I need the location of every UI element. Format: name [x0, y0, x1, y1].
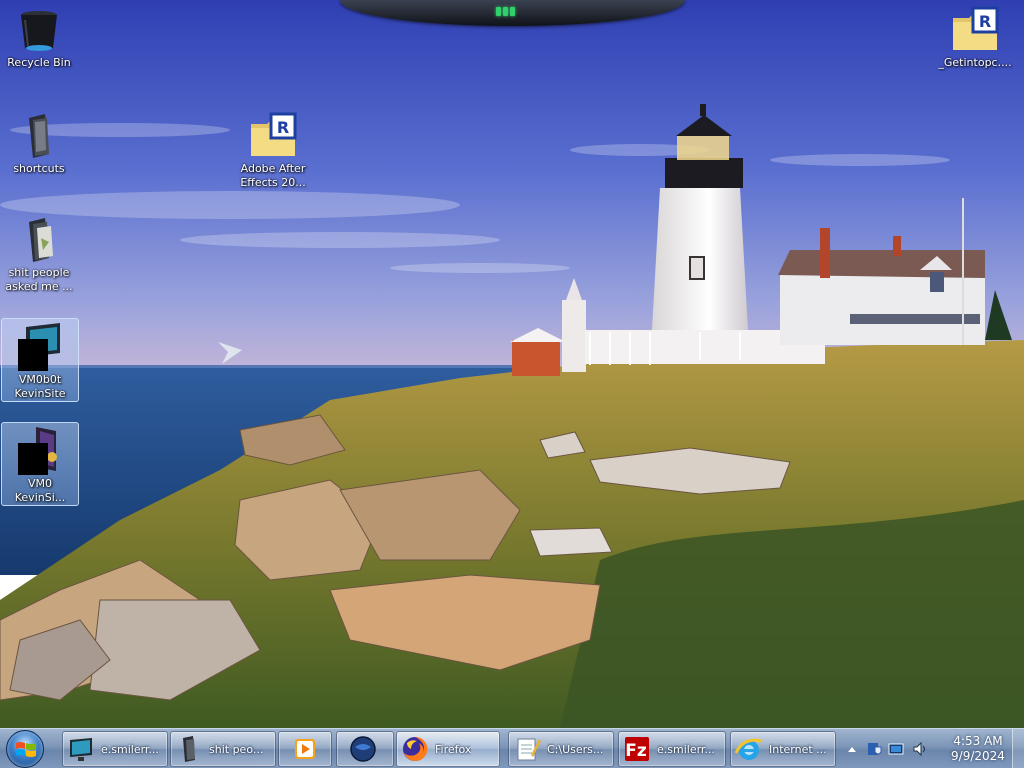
svg-text:R: R — [277, 118, 289, 137]
winrar-archive-icon: R — [951, 6, 999, 54]
desktop-icon-recycle-bin[interactable]: Recycle Bin — [0, 2, 78, 70]
desktop-icon-label: shit people asked me ... — [5, 266, 73, 293]
desktop-icon-label: VM0b0t KevinSite — [14, 373, 66, 400]
desktop-wallpaper — [0, 0, 1024, 728]
desktop-icon-label: shortcuts — [13, 162, 65, 175]
windows-start-orb-icon — [16, 742, 36, 757]
taskbar-button-internet-explorer[interactable]: Internet ... — [730, 731, 836, 767]
network-shield-icon[interactable] — [866, 741, 882, 757]
taskbar-button-label: e.smilerr... — [101, 742, 159, 756]
recycle-bin-icon — [15, 6, 63, 54]
volume-icon[interactable] — [912, 741, 928, 757]
desktop-icon-shit-people-asked-me[interactable]: shit people asked me ... — [0, 212, 78, 294]
taskbar: e.smilerr... shit peo... Firefox C:\User… — [0, 728, 1024, 768]
taskbar-button-media-player[interactable] — [278, 731, 332, 767]
taskbar-button-filezilla[interactable]: Fz e.smilerr... — [618, 731, 726, 767]
taskbar-clock[interactable]: 4:53 AM 9/9/2024 — [943, 734, 1013, 764]
taskbar-button-label: Firefox — [435, 742, 472, 756]
taskbar-button-firefox[interactable]: Firefox — [396, 731, 500, 767]
taskbar-button-globe[interactable] — [336, 731, 394, 767]
media-player-icon — [291, 735, 319, 763]
show-hidden-icons-arrow-icon[interactable] — [844, 741, 860, 757]
desktop-icon-label: VM0 KevinSi... — [14, 477, 66, 504]
taskbar-button-label: e.smilerr... — [657, 742, 715, 756]
show-desktop-button[interactable] — [1012, 729, 1024, 768]
shortcut-icon — [16, 323, 64, 371]
globe-icon — [349, 735, 377, 763]
desktop-icon-getintopc[interactable]: R _Getintopc.... — [936, 2, 1014, 70]
folder-icon — [15, 216, 63, 264]
clock-date: 9/9/2024 — [951, 749, 1005, 763]
desktop-icon-vm0b0t-kevinsite[interactable]: VM0b0t KevinSite — [1, 318, 79, 402]
system-tray: 4:53 AM 9/9/2024 — [840, 731, 1020, 767]
start-button[interactable] — [6, 730, 44, 768]
svg-text:Fz: Fz — [625, 741, 647, 761]
clock-time: 4:53 AM — [953, 734, 1003, 748]
action-center-icon[interactable] — [888, 741, 904, 757]
taskbar-button-notepad[interactable]: C:\Users... — [508, 731, 614, 767]
firefox-icon — [401, 735, 429, 763]
taskbar-button-e-smilerr-1[interactable]: e.smilerr... — [62, 731, 168, 767]
folder-icon — [175, 735, 203, 763]
status-led-icon — [496, 6, 526, 16]
taskbar-button-label: Internet ... — [769, 742, 827, 756]
desktop-icon-label: _Getintopc.... — [938, 56, 1012, 69]
notepad-icon — [513, 735, 541, 763]
filezilla-icon: Fz — [623, 735, 651, 763]
desktop-icon-label: Adobe After Effects 20... — [240, 162, 306, 189]
lighthouse-wallpaper-image — [0, 0, 1024, 728]
desktop-icon-vm0-kevinsite[interactable]: VM0 KevinSi... — [1, 422, 79, 506]
taskbar-button-shit-people[interactable]: shit peo... — [170, 731, 276, 767]
monitor-icon — [67, 735, 95, 763]
winrar-archive-icon: R — [249, 112, 297, 160]
desktop-icon-shortcuts[interactable]: shortcuts — [0, 108, 78, 176]
internet-explorer-icon — [734, 735, 763, 763]
desktop-icon-adobe-after-effects[interactable]: R Adobe After Effects 20... — [234, 108, 312, 190]
desktop-icon-label: Recycle Bin — [7, 56, 71, 69]
folder-icon — [15, 112, 63, 160]
taskbar-button-label: shit peo... — [209, 742, 264, 756]
svg-text:R: R — [979, 12, 991, 31]
taskbar-button-label: C:\Users... — [547, 742, 604, 756]
shortcut-icon — [16, 427, 64, 475]
